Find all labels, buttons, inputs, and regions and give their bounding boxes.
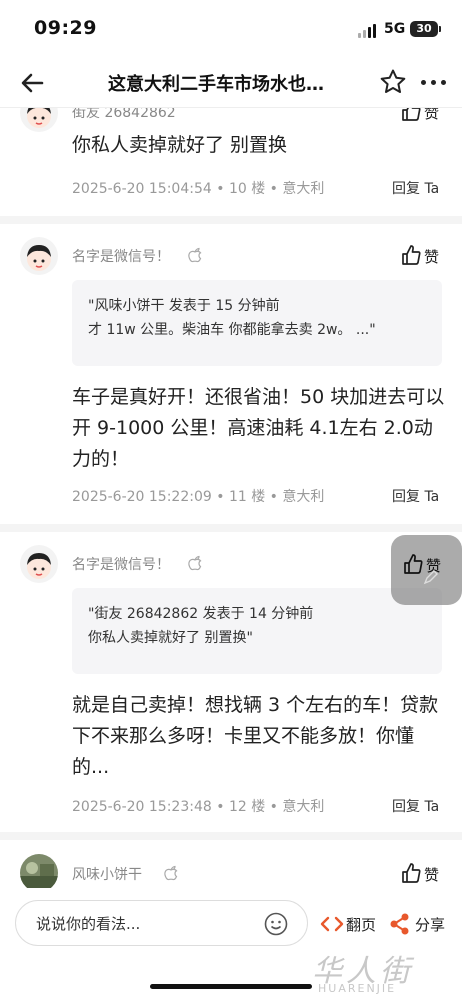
reply-text: 车子是真好开！还很省油！50 块加进去可以开 9-1000 公里！高速油耗 4.…	[72, 386, 445, 470]
apple-icon	[186, 246, 204, 264]
page-turn-icon	[320, 916, 344, 932]
reply-meta: 2025-6-20 15:04:54 • 10 楼 • 意大利	[72, 181, 325, 197]
share-button[interactable]: 分享	[389, 912, 449, 936]
page-turn-button[interactable]: 翻页	[320, 914, 380, 936]
reply-button[interactable]: 回复 Ta	[392, 486, 439, 506]
username[interactable]: 名字是微信号！	[72, 246, 170, 266]
reply-button[interactable]: 回复 Ta	[392, 796, 439, 816]
share-icon	[390, 913, 409, 935]
apple-icon	[162, 864, 180, 882]
divider	[0, 832, 462, 840]
divider	[0, 216, 462, 224]
comment-input[interactable]: 说说你的看法...	[15, 900, 308, 946]
battery-icon: 30	[410, 21, 441, 37]
emoji-icon[interactable]	[263, 911, 289, 937]
like-button[interactable]: 赞	[400, 108, 442, 122]
share-label: 分享	[415, 916, 446, 934]
reply-button[interactable]: 回复 Ta	[392, 178, 439, 198]
like-label: 赞	[424, 248, 440, 266]
apple-icon	[186, 554, 204, 572]
username[interactable]: 名字是微信号！	[72, 554, 170, 574]
reply-item: 街友 26842862 赞 你私人卖掉就好了 别置换 2025-6-20 15:…	[0, 108, 462, 216]
reply-text: 就是自己卖掉！想找辆 3 个左右的车！贷款下不来那么多呀！卡里又不能多放！你懂的…	[72, 694, 439, 778]
avatar[interactable]	[20, 108, 58, 132]
divider	[0, 524, 462, 532]
like-button-pressed[interactable]: 赞	[391, 535, 462, 605]
reply-meta: 2025-6-20 15:22:09 • 11 楼 • 意大利	[72, 489, 325, 505]
thumbs-up-icon	[402, 863, 421, 883]
like-label: 赞	[424, 108, 440, 122]
home-indicator[interactable]	[150, 984, 312, 989]
avatar[interactable]	[20, 237, 58, 275]
thumbs-up-icon	[402, 245, 421, 265]
favorite-star-icon[interactable]	[378, 67, 408, 97]
avatar[interactable]	[20, 545, 58, 583]
reply-item: 名字是微信号！ 赞 "风味小饼干 发表于 15 分钟前 才 11w 公里。柴油车…	[0, 224, 462, 524]
quoted-reply[interactable]: "街友 26842862 发表于 14 分钟前 你私人卖掉就好了 别置换"	[72, 588, 442, 674]
more-options-icon[interactable]	[421, 80, 447, 86]
page-title: 这意大利二手车市场水也…	[108, 74, 324, 95]
like-button[interactable]: 赞	[400, 862, 442, 884]
watermark-en: HUARENJIE	[318, 982, 397, 995]
signal-icon	[358, 24, 378, 38]
reply-text: 你私人卖掉就好了 别置换	[72, 134, 288, 156]
quoted-reply[interactable]: "风味小饼干 发表于 15 分钟前 才 11w 公里。柴油车 你都能拿去卖 2w…	[72, 280, 442, 366]
reply-item: 风味小饼干 赞	[0, 840, 462, 888]
back-arrow-icon[interactable]	[18, 68, 48, 98]
thumbs-up-icon	[402, 108, 421, 121]
watermark-logo: 华人街 HUARENJIE	[312, 946, 452, 996]
like-label: 赞	[424, 866, 440, 884]
page-turn-label: 翻页	[346, 916, 377, 934]
reply-list[interactable]: 街友 26842862 赞 你私人卖掉就好了 别置换 2025-6-20 15:…	[0, 108, 462, 888]
like-button[interactable]: 赞	[400, 244, 442, 266]
username[interactable]: 风味小饼干	[72, 864, 142, 884]
comment-input-placeholder: 说说你的看法...	[36, 915, 141, 933]
network-label: 5G	[384, 21, 406, 37]
reply-meta: 2025-6-20 15:23:48 • 12 楼 • 意大利	[72, 799, 325, 815]
username[interactable]: 街友 26842862	[72, 108, 176, 122]
edit-pencil-icon	[423, 570, 438, 585]
bottom-bar: 说说你的看法... 翻页 分享 华人街 HUARENJIE	[0, 888, 462, 1000]
avatar[interactable]	[20, 854, 58, 888]
status-bar: 09:29 5G 30	[0, 0, 462, 58]
top-nav: 这意大利二手车市场水也…	[0, 58, 462, 108]
status-time: 09:29	[34, 17, 97, 39]
